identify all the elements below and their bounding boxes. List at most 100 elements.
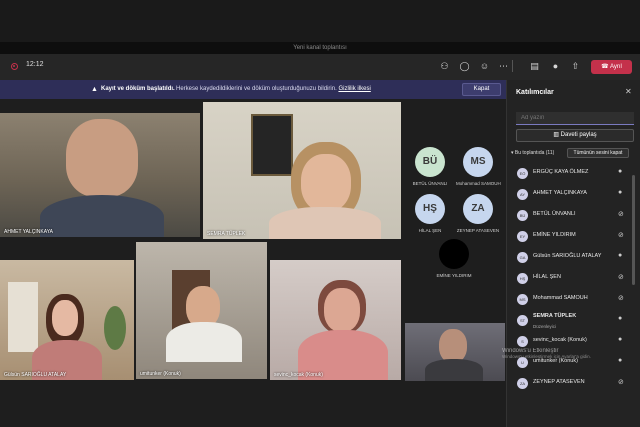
mic-icon: ● xyxy=(618,189,623,196)
avatar: BÜ xyxy=(415,147,445,177)
video-tile-gulsun[interactable]: Gülsün SARIOĞLU ATALAY xyxy=(0,260,134,380)
avatar-tile-emine[interactable]: EMİNE YILDIRIM xyxy=(430,239,478,278)
video-tile-sevinc[interactable]: sevinc_kocak (Konuk) xyxy=(270,260,401,380)
avatar-tile-betul[interactable]: BÜ BETÜL ÜNVANLI xyxy=(410,147,450,186)
participant-name: sevinc_kocak (Konuk) xyxy=(533,337,587,343)
list-item[interactable]: ZA ZEYNEP ATASEVEN ⊘ xyxy=(507,373,640,394)
list-item[interactable]: ST SEMRA TÜPLEK Düzenleyici ● xyxy=(507,310,640,331)
mic-off-icon: ⊘ xyxy=(618,379,624,386)
participant-body xyxy=(269,207,381,239)
mic-icon: ● xyxy=(618,357,623,364)
recording-banner: ▲ Kayıt ve döküm başlatıldı. Herkese kay… xyxy=(0,80,506,99)
invite-label: Daveti paylaş xyxy=(560,132,597,138)
avatar-tile-hilal[interactable]: HŞ HİLAL ŞEN xyxy=(410,194,450,233)
list-item[interactable]: AY AHMET YALÇINKAYA ● xyxy=(507,184,640,205)
participant-face xyxy=(52,300,78,336)
banner-close-button[interactable]: Kapat xyxy=(462,83,501,96)
avatar: BÜ xyxy=(517,210,528,221)
tile-name: sevinc_kocak (Konuk) xyxy=(274,372,323,378)
chat-icon[interactable]: ◯ xyxy=(458,60,471,72)
avatar: HŞ xyxy=(517,273,528,284)
participant-name: EMİNE YILDIRIM xyxy=(533,232,576,238)
participant-role: Düzenleyici xyxy=(533,324,557,329)
in-meeting-header[interactable]: ▾ Bu toplantıda (11) xyxy=(511,150,554,156)
participant-face xyxy=(66,119,138,197)
mic-off-icon: ⊘ xyxy=(618,232,624,239)
leave-button[interactable]: ☎ Ayrıl xyxy=(591,60,632,74)
toolbar-divider xyxy=(512,60,513,72)
list-item[interactable]: EY EMİNE YILDIRIM ⊘ xyxy=(507,226,640,247)
participant-name: SEMRA TÜPLEK xyxy=(533,313,577,319)
plant xyxy=(104,306,126,350)
panel-scrollbar[interactable] xyxy=(632,175,635,285)
camera-icon[interactable]: ▤ xyxy=(528,60,541,72)
in-meeting-label: Bu toplantıda (11) xyxy=(514,150,555,156)
activation-watermark: Windows'u Etkinleştir Windows'u etkinleş… xyxy=(502,348,612,372)
self-view-tile[interactable] xyxy=(405,323,505,381)
participant-name: HİLAL ŞEN xyxy=(533,274,561,280)
participant-name: ZEYNEP ATASEVEN xyxy=(533,379,585,385)
mic-off-icon: ⊘ xyxy=(618,295,624,302)
participants-panel: Katılımcılar ✕ ▥ Daveti paylaş ▾ Bu topl… xyxy=(506,80,640,427)
avatar: HŞ xyxy=(415,194,445,224)
avatar-tile-zeynep[interactable]: ZA ZEYNEP ATASEVEN xyxy=(456,194,500,233)
teams-window: Yeni kanal toplantısı 12:12 ⚇ ◯ ☺ ⋯ ▤ ● … xyxy=(0,0,640,427)
banner-text: Herkese kaydedildiklerini ve döküm oluşt… xyxy=(176,80,371,99)
bookshelf xyxy=(8,282,38,352)
close-icon[interactable]: ✕ xyxy=(625,87,632,96)
list-item[interactable]: BÜ BETÜL ÜNVANLI ⊘ xyxy=(507,205,640,226)
video-tile-semra[interactable]: SEMRA TÜPLEK xyxy=(203,102,401,239)
mic-off-icon: ⊘ xyxy=(618,211,624,218)
banner-message: Herkese kaydedildiklerini ve döküm oluşt… xyxy=(176,86,337,92)
participant-name: Gülsün SARIOĞLU ATALAY xyxy=(533,253,602,259)
watermark-subtitle: Windows'u etkinleştirmek için Ayarlar'a … xyxy=(502,354,591,359)
participant-name: ERGÜÇ KAYA ÖLMEZ xyxy=(533,169,589,175)
video-stage: AHMET YALÇINKAYA SEMRA TÜPLEK BÜ BETÜL Ü… xyxy=(0,99,506,427)
participant-face xyxy=(439,329,467,363)
avatar: S xyxy=(517,336,528,347)
more-icon[interactable]: ⋯ xyxy=(497,60,510,72)
avatar: MS xyxy=(517,294,528,305)
avatar: GA xyxy=(517,252,528,263)
list-item[interactable]: HŞ HİLAL ŞEN ⊘ xyxy=(507,268,640,289)
tile-name: SEMRA TÜPLEK xyxy=(207,231,246,237)
wall-poster xyxy=(251,114,293,176)
avatar: EÖ xyxy=(517,168,528,179)
avatar-label: HİLAL ŞEN xyxy=(418,228,442,233)
phone-icon: ☎ xyxy=(601,64,610,70)
mic-icon: ● xyxy=(618,168,623,175)
tile-name: umitunker (Konuk) xyxy=(140,371,181,377)
mic-icon: ● xyxy=(618,315,623,322)
warning-icon: ▲ xyxy=(91,86,98,93)
mic-off-icon: ⊘ xyxy=(618,274,624,281)
tile-name: Gülsün SARIOĞLU ATALAY xyxy=(4,372,67,378)
mic-icon[interactable]: ● xyxy=(549,60,562,72)
list-item[interactable]: EÖ ERGÜÇ KAYA ÖLMEZ ● xyxy=(507,163,640,184)
avatar xyxy=(439,239,469,269)
people-icon[interactable]: ⚇ xyxy=(438,60,451,72)
avatar-label: Mohammad SAMOUH xyxy=(456,181,501,186)
avatar-label: BETÜL ÜNVANLI xyxy=(412,181,448,186)
recording-icon xyxy=(11,63,18,70)
mic-icon: ● xyxy=(618,336,623,343)
avatar: AY xyxy=(517,189,528,200)
avatar: EY xyxy=(517,231,528,242)
list-item[interactable]: GA Gülsün SARIOĞLU ATALAY ● xyxy=(507,247,640,268)
share-invite-button[interactable]: ▥ Daveti paylaş xyxy=(516,129,634,142)
list-item[interactable]: MS Mohammad SAMOUH ⊘ xyxy=(507,289,640,310)
participant-search-input[interactable] xyxy=(516,112,634,125)
panel-title: Katılımcılar xyxy=(516,89,554,96)
video-tile-umit[interactable]: umitunker (Konuk) xyxy=(136,242,267,379)
participant-face xyxy=(324,288,360,332)
avatar: ST xyxy=(517,315,528,326)
meeting-toolbar xyxy=(0,54,640,80)
reactions-icon[interactable]: ☺ xyxy=(478,60,491,72)
participant-face xyxy=(301,154,351,212)
mute-all-button[interactable]: Tümünün sesini kapat xyxy=(567,148,629,158)
privacy-link[interactable]: Gizlilik ilkesi xyxy=(338,86,370,92)
avatar: ZA xyxy=(463,194,493,224)
participant-body xyxy=(425,359,483,381)
avatar-tile-mohammad[interactable]: MS Mohammad SAMOUH xyxy=(456,147,501,186)
video-tile-ahmet[interactable]: AHMET YALÇINKAYA xyxy=(0,113,200,237)
share-icon[interactable]: ⇧ xyxy=(569,60,582,72)
